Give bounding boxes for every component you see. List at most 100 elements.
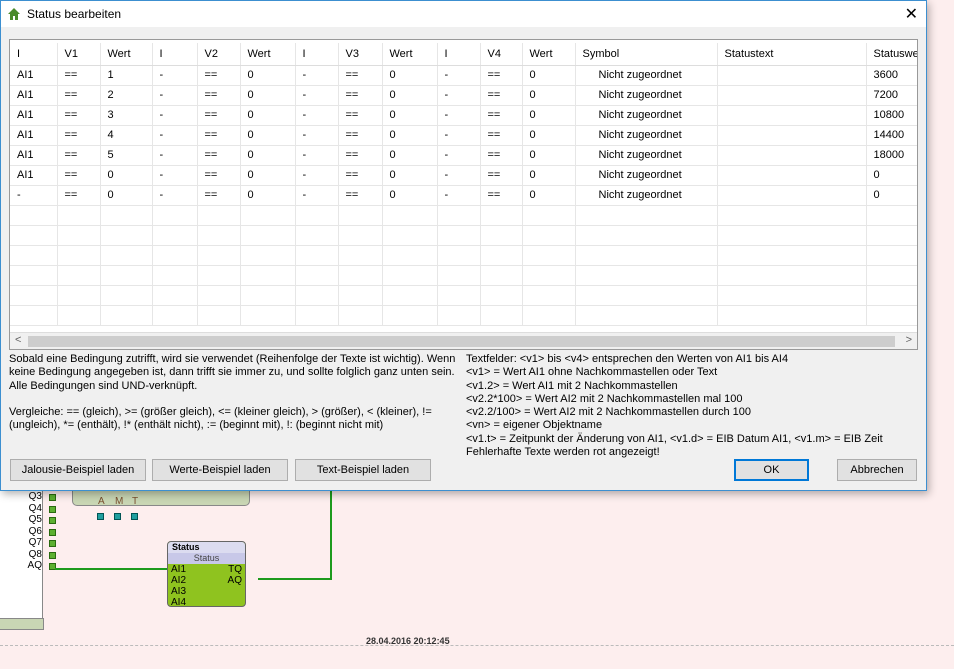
table-cell[interactable]: [522, 305, 576, 326]
table-cell[interactable]: [197, 285, 241, 306]
table-cell[interactable]: [240, 225, 296, 246]
table-row[interactable]: AI1 == 4- == 0- == 0- == 0 Nicht zugeordnet 14400: [10, 125, 917, 146]
table-cell[interactable]: [338, 205, 383, 226]
table-cell[interactable]: 0: [382, 105, 438, 126]
column-header[interactable]: Wert: [240, 43, 296, 66]
table-cell[interactable]: ==: [57, 125, 101, 146]
column-header[interactable]: I: [152, 43, 198, 66]
table-cell[interactable]: 0: [240, 145, 296, 166]
table-cell[interactable]: 0: [522, 165, 576, 186]
table-cell[interactable]: AI1: [10, 85, 58, 106]
table-cell[interactable]: [295, 245, 339, 266]
empty-table-row[interactable]: [10, 305, 917, 326]
table-cell[interactable]: [10, 245, 58, 266]
empty-table-row[interactable]: [10, 245, 917, 266]
table-cell[interactable]: [382, 305, 438, 326]
table-row[interactable]: AI1 == 3- == 0- == 0- == 0 Nicht zugeordnet 10800: [10, 105, 917, 126]
table-cell[interactable]: 2: [100, 85, 153, 106]
table-cell[interactable]: ==: [480, 85, 523, 106]
table-cell[interactable]: 0: [382, 165, 438, 186]
table-cell[interactable]: ==: [57, 185, 101, 206]
table-cell[interactable]: [100, 225, 153, 246]
table-cell[interactable]: ==: [338, 185, 383, 206]
table-cell[interactable]: [717, 125, 867, 146]
table-cell[interactable]: [717, 165, 867, 186]
table-cell[interactable]: [240, 245, 296, 266]
horizontal-scrollbar[interactable]: < >: [10, 332, 917, 349]
table-cell[interactable]: [575, 205, 718, 226]
table-cell[interactable]: 14400: [866, 125, 917, 146]
table-row[interactable]: - == 0- == 0- == 0- == 0 Nicht zugeordnet 0: [10, 185, 917, 206]
column-header[interactable]: V1: [57, 43, 101, 66]
table-cell[interactable]: [522, 265, 576, 286]
table-cell[interactable]: [10, 205, 58, 226]
table-cell[interactable]: 0: [240, 105, 296, 126]
table-cell[interactable]: [382, 245, 438, 266]
table-cell[interactable]: [10, 265, 58, 286]
input-ai1[interactable]: AI1: [171, 564, 186, 575]
table-cell[interactable]: [437, 285, 481, 306]
table-cell[interactable]: -: [295, 85, 339, 106]
table-cell[interactable]: [717, 85, 867, 106]
input-ai3[interactable]: AI3: [171, 586, 186, 597]
table-cell[interactable]: 18000: [866, 145, 917, 166]
table-cell[interactable]: [152, 305, 198, 326]
output-pin[interactable]: [49, 517, 56, 524]
table-cell[interactable]: -: [152, 165, 198, 186]
table-cell[interactable]: [437, 205, 481, 226]
table-cell[interactable]: Nicht zugeordnet: [575, 185, 718, 206]
table-cell[interactable]: [575, 285, 718, 306]
table-cell[interactable]: [717, 285, 867, 306]
table-cell[interactable]: [100, 265, 153, 286]
table-cell[interactable]: 0: [382, 85, 438, 106]
table-cell[interactable]: -: [295, 165, 339, 186]
table-cell[interactable]: [480, 285, 523, 306]
table-cell[interactable]: [295, 225, 339, 246]
table-cell[interactable]: 0: [382, 145, 438, 166]
table-cell[interactable]: [197, 245, 241, 266]
column-header[interactable]: Statuswe: [866, 43, 917, 66]
table-cell[interactable]: [866, 205, 917, 226]
table-cell[interactable]: Nicht zugeordnet: [575, 65, 718, 86]
table-cell[interactable]: ==: [338, 105, 383, 126]
table-cell[interactable]: -: [295, 125, 339, 146]
table-cell[interactable]: 0: [240, 125, 296, 146]
scroll-left-icon[interactable]: <: [15, 334, 21, 346]
table-cell[interactable]: Nicht zugeordnet: [575, 145, 718, 166]
conditions-table[interactable]: I V1 Wert I V2 Wert I V3 Wert I V4 Wert Symbol Status…: [9, 39, 918, 350]
table-cell[interactable]: 0: [866, 165, 917, 186]
table-cell[interactable]: 0: [522, 145, 576, 166]
table-row[interactable]: AI1 == 0- == 0- == 0- == 0 Nicht zugeordnet 0: [10, 165, 917, 186]
table-cell[interactable]: [522, 225, 576, 246]
table-cell[interactable]: ==: [57, 145, 101, 166]
column-header[interactable]: Symbol: [575, 43, 718, 66]
output-pin[interactable]: [49, 505, 56, 513]
table-cell[interactable]: [437, 225, 481, 246]
table-cell[interactable]: 0: [522, 105, 576, 126]
table-cell[interactable]: [197, 225, 241, 246]
table-cell[interactable]: -: [437, 145, 481, 166]
empty-table-row[interactable]: [10, 225, 917, 246]
table-cell[interactable]: -: [152, 125, 198, 146]
table-cell[interactable]: [575, 245, 718, 266]
table-cell[interactable]: ==: [197, 125, 241, 146]
table-cell[interactable]: Nicht zugeordnet: [575, 165, 718, 186]
table-cell[interactable]: [10, 305, 58, 326]
table-cell[interactable]: -: [152, 85, 198, 106]
table-cell[interactable]: -: [295, 145, 339, 166]
table-cell[interactable]: [152, 225, 198, 246]
table-cell[interactable]: [100, 245, 153, 266]
table-cell[interactable]: -: [152, 65, 198, 86]
table-cell[interactable]: -: [295, 185, 339, 206]
close-icon[interactable]: ✕: [905, 4, 918, 24]
table-cell[interactable]: -: [10, 185, 58, 206]
table-cell[interactable]: [717, 245, 867, 266]
table-cell[interactable]: 3600: [866, 65, 917, 86]
table-cell[interactable]: [480, 305, 523, 326]
status-block[interactable]: Status Status AI1 AI2 AI3 AI4 TQ AQ: [167, 541, 246, 607]
table-cell[interactable]: [480, 245, 523, 266]
column-header[interactable]: I: [437, 43, 481, 66]
table-cell[interactable]: ==: [480, 165, 523, 186]
table-cell[interactable]: [338, 265, 383, 286]
table-cell[interactable]: [382, 285, 438, 306]
